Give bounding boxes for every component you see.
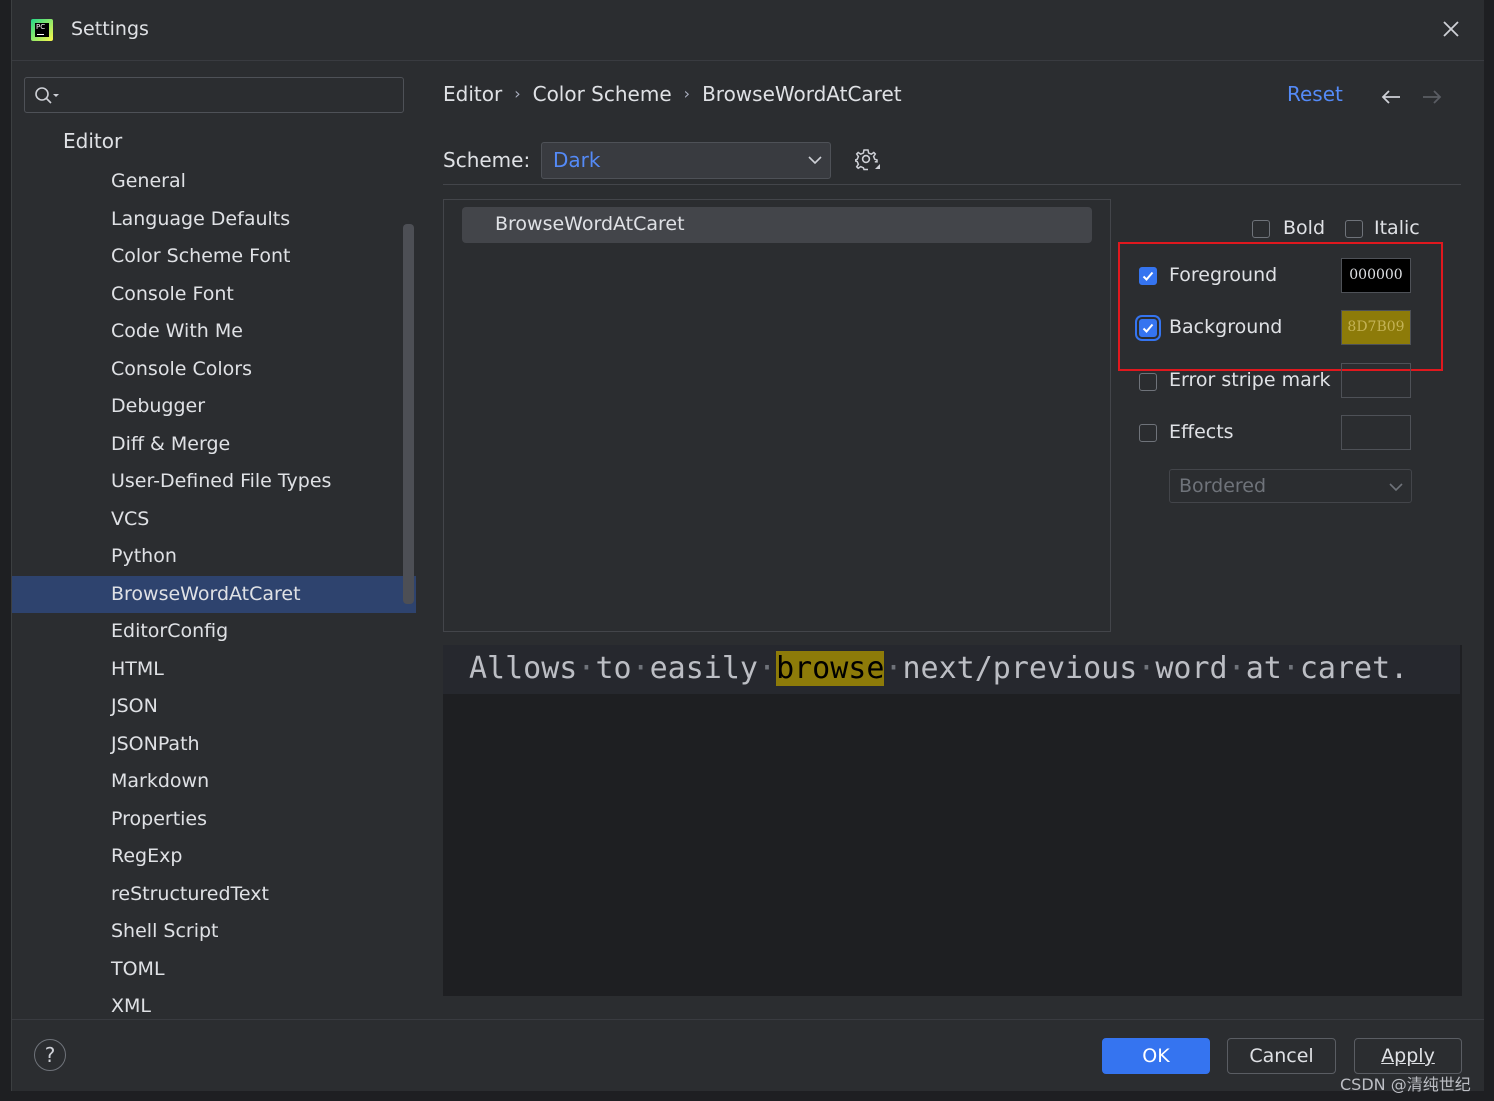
sidebar-item-console-colors[interactable]: Console Colors xyxy=(12,351,416,389)
pycharm-logo-icon: PC xyxy=(31,19,53,41)
sidebar-item-general[interactable]: General xyxy=(12,163,416,201)
arrow-right-icon xyxy=(1423,90,1442,104)
chevron-down-icon xyxy=(808,156,822,165)
sidebar-item-properties[interactable]: Properties xyxy=(12,801,416,839)
sidebar-item-editorconfig[interactable]: EditorConfig xyxy=(12,613,416,651)
settings-search-input[interactable] xyxy=(24,77,404,113)
sidebar-item-markdown[interactable]: Markdown xyxy=(12,763,416,801)
title-bar: PC Settings xyxy=(12,0,1484,61)
scheme-label: Scheme: xyxy=(443,148,531,172)
preview-highlighted-word: browse xyxy=(776,651,885,686)
sidebar-item-code-with-me[interactable]: Code With Me xyxy=(12,313,416,351)
breadcrumb-item-editor[interactable]: Editor xyxy=(443,82,502,106)
watermark: CSDN @清纯世纪 xyxy=(1340,1075,1471,1094)
error-stripe-checkbox[interactable] xyxy=(1139,373,1157,391)
attribute-list: BrowseWordAtCaret xyxy=(443,199,1111,632)
italic-label: Italic xyxy=(1374,217,1420,239)
attribute-item[interactable]: BrowseWordAtCaret xyxy=(462,207,1092,243)
bold-label: Bold xyxy=(1283,217,1325,239)
attribute-item-label: BrowseWordAtCaret xyxy=(495,213,685,235)
sidebar-scrollbar[interactable] xyxy=(403,224,414,604)
error-stripe-color-swatch xyxy=(1341,363,1411,398)
effects-color-swatch xyxy=(1341,415,1411,450)
sidebar-item-diff-merge[interactable]: Diff & Merge xyxy=(12,426,416,464)
footer-divider xyxy=(12,1019,1484,1020)
sidebar-item-language-defaults[interactable]: Language Defaults xyxy=(12,201,416,239)
chevron-down-icon xyxy=(1389,483,1403,492)
help-button[interactable]: ? xyxy=(34,1039,66,1071)
sidebar-item-restructuredtext[interactable]: reStructuredText xyxy=(12,876,416,914)
gear-icon[interactable] xyxy=(855,148,881,174)
preview-text-after: ·next/previous·word·at·caret. xyxy=(884,651,1409,686)
header-divider xyxy=(443,184,1461,185)
sidebar-item-python[interactable]: Python xyxy=(12,538,416,576)
sidebar-item-vcs[interactable]: VCS xyxy=(12,501,416,539)
sidebar-item-console-font[interactable]: Console Font xyxy=(12,276,416,314)
effects-checkbox[interactable] xyxy=(1139,424,1157,442)
close-icon[interactable] xyxy=(1440,18,1462,40)
sidebar-item-user-defined-file-types[interactable]: User-Defined File Types xyxy=(12,463,416,501)
sidebar-item-jsonpath[interactable]: JSONPath xyxy=(12,726,416,764)
ok-button[interactable]: OK xyxy=(1102,1038,1210,1074)
preview-editor[interactable]: Allows·to·easily·browse·next/previous·wo… xyxy=(442,644,1463,997)
italic-checkbox[interactable] xyxy=(1345,220,1363,238)
sidebar-item-toml[interactable]: TOML xyxy=(12,951,416,989)
bold-checkbox[interactable] xyxy=(1252,220,1270,238)
tree-node-editor[interactable]: Editor xyxy=(63,129,122,153)
cancel-button[interactable]: Cancel xyxy=(1227,1038,1336,1074)
scheme-dropdown[interactable]: Dark xyxy=(541,142,831,179)
scheme-value: Dark xyxy=(553,148,601,172)
arrow-left-icon[interactable] xyxy=(1380,87,1402,107)
effects-type-dropdown: Bordered xyxy=(1169,469,1412,503)
sidebar-item-color-scheme-font[interactable]: Color Scheme Font xyxy=(12,238,416,276)
reset-link[interactable]: Reset xyxy=(1287,82,1343,106)
breadcrumb-separator: › xyxy=(683,84,691,103)
sidebar-item-shell-script[interactable]: Shell Script xyxy=(12,913,416,951)
settings-dialog: PC Settings Editor General Language Defau… xyxy=(11,0,1484,1091)
sidebar-item-debugger[interactable]: Debugger xyxy=(12,388,416,426)
effects-label: Effects xyxy=(1169,421,1234,443)
window-title: Settings xyxy=(71,18,149,40)
error-stripe-label: Error stripe mark xyxy=(1169,369,1331,391)
preview-text-before: Allows·to·easily· xyxy=(469,651,777,686)
sidebar-item-json[interactable]: JSON xyxy=(12,688,416,726)
breadcrumb-separator: › xyxy=(514,84,521,103)
search-icon xyxy=(35,87,59,104)
breadcrumb: Editor › Color Scheme › BrowseWordAtCaret xyxy=(443,82,902,106)
apply-button[interactable]: Apply xyxy=(1354,1038,1462,1074)
sidebar-item-browsewordatcaret[interactable]: BrowseWordAtCaret xyxy=(12,575,416,613)
effects-type-value: Bordered xyxy=(1179,475,1267,497)
settings-tree: General Language Defaults Color Scheme Fon… xyxy=(12,163,416,1026)
breadcrumb-item-color-scheme[interactable]: Color Scheme xyxy=(533,82,672,106)
sidebar-item-regexp[interactable]: RegExp xyxy=(12,838,416,876)
annotation-highlight-box xyxy=(1118,242,1443,371)
sidebar-item-html[interactable]: HTML xyxy=(12,651,416,689)
preview-text: Allows·to·easily·browse·next/previous·wo… xyxy=(469,651,1408,686)
breadcrumb-item-current: BrowseWordAtCaret xyxy=(702,82,902,106)
